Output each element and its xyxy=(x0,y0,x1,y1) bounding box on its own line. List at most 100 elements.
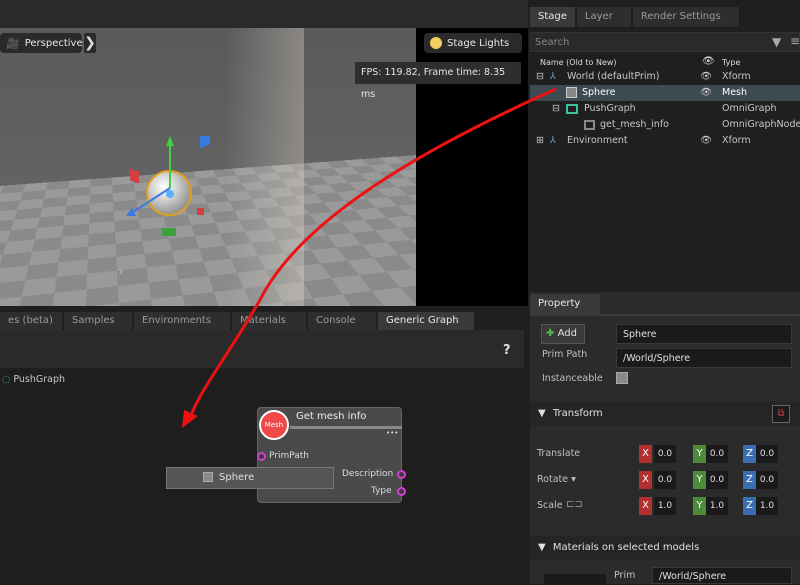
tree-item-type: Xform xyxy=(722,135,751,146)
tab-extensions[interactable]: es (beta) xyxy=(0,312,62,330)
primpath-input-label: PrimPath xyxy=(269,451,310,461)
materials-section-header[interactable]: ▼ Materials on selected models xyxy=(530,536,800,560)
eye-icon: 👁 xyxy=(702,56,715,67)
translate-z-field[interactable]: 0.0 xyxy=(756,445,778,463)
rotate-x-field[interactable]: 0.0 xyxy=(654,471,676,489)
tree-row-world[interactable]: ⊟ ⅄ World (defaultPrim) 👁 Xform xyxy=(530,69,800,85)
graph-breadcrumb[interactable]: ◌ PushGraph xyxy=(2,374,65,385)
transform-section-header[interactable]: ▼ Transform xyxy=(530,402,800,426)
add-button[interactable]: ✚ Add xyxy=(541,324,585,344)
tree-item-type: Mesh xyxy=(722,87,748,98)
rotate-label-text: Rotate xyxy=(537,474,569,485)
collapse-triangle-icon: ▼ xyxy=(538,408,546,419)
description-output-port[interactable] xyxy=(397,470,406,479)
graph-icon: ◌ xyxy=(2,374,11,385)
lightbulb-icon xyxy=(430,37,442,49)
stage-lights-button[interactable]: Stage Lights xyxy=(424,33,522,53)
prim-name-field[interactable]: Sphere xyxy=(616,324,792,344)
axis-z-label: Z xyxy=(743,471,756,489)
collapse-icon[interactable]: ⊟ xyxy=(552,101,560,117)
chevron-right-icon[interactable]: ❯ xyxy=(84,33,96,53)
tree-item-type: OmniGraphNode xyxy=(722,119,800,130)
tab-generic-graph[interactable]: Generic Graph xyxy=(378,312,474,330)
tab-property[interactable]: Property xyxy=(530,294,600,314)
bottom-tabbar: es (beta) Samples Environments Materials… xyxy=(0,312,528,330)
tab-render-settings[interactable]: Render Settings xyxy=(632,7,739,27)
stage-search-input[interactable]: Search xyxy=(530,32,800,52)
tab-console[interactable]: Console xyxy=(308,312,376,330)
rotate-z-field[interactable]: 0.0 xyxy=(756,471,778,489)
tree-row-pushgraph[interactable]: ⊟ PushGraph OmniGraph xyxy=(530,101,800,117)
node-title: Get mesh info xyxy=(296,411,367,422)
tree-item-label: Sphere xyxy=(582,87,616,98)
axis-x-label: X xyxy=(639,471,652,489)
visibility-eye-icon[interactable]: 👁 xyxy=(700,133,712,149)
chevron-right-icon: › xyxy=(118,264,124,280)
graph-name: PushGraph xyxy=(13,374,66,385)
translate-x-field[interactable]: 0.0 xyxy=(654,445,676,463)
tree-item-label: World (defaultPrim) xyxy=(567,71,660,82)
tab-samples[interactable]: Samples xyxy=(64,312,132,330)
tab-environments[interactable]: Environments xyxy=(134,312,230,330)
expand-icon[interactable]: ⊞ xyxy=(536,133,544,149)
sphere-node-label: Sphere xyxy=(219,472,255,483)
translate-y-field[interactable]: 0.0 xyxy=(706,445,728,463)
instanceable-label: Instanceable xyxy=(542,373,603,384)
camera-label: Perspective xyxy=(24,37,83,49)
tree-item-label: PushGraph xyxy=(584,103,636,114)
divider xyxy=(530,314,800,316)
plus-icon: ✚ xyxy=(546,328,555,339)
help-icon[interactable]: ? xyxy=(503,343,511,358)
stage-lights-label: Stage Lights xyxy=(447,37,510,49)
xform-icon: ⅄ xyxy=(550,135,556,146)
visibility-eye-icon[interactable]: 👁 xyxy=(700,69,712,85)
materials-prim-field[interactable]: /World/Sphere xyxy=(652,567,792,584)
collapse-icon[interactable]: ⊟ xyxy=(536,69,544,85)
xform-icon: ⅄ xyxy=(550,71,556,82)
column-name[interactable]: Name (Old to New) xyxy=(540,58,617,67)
mesh-icon xyxy=(566,87,577,98)
axis-x-label: X xyxy=(639,497,652,515)
graph-icon xyxy=(566,104,578,114)
tree-item-type: Xform xyxy=(722,71,751,82)
scale-y-field[interactable]: 1.0 xyxy=(706,497,728,515)
rotate-y-field[interactable]: 0.0 xyxy=(706,471,728,489)
transform-options-icon[interactable]: ⧉ xyxy=(772,405,790,423)
mesh-icon xyxy=(203,472,213,482)
tree-row-sphere[interactable]: Sphere 👁 Mesh xyxy=(530,85,800,101)
scale-z-field[interactable]: 1.0 xyxy=(756,497,778,515)
dropdown-icon: ▾ xyxy=(571,474,576,485)
primpath-input-port[interactable] xyxy=(257,452,266,461)
options-icon[interactable]: ≡ xyxy=(790,34,800,48)
transform-gizmo[interactable] xyxy=(118,136,228,246)
tree-item-type: OmniGraph xyxy=(722,103,777,114)
filter-icon[interactable]: ▼ xyxy=(772,35,781,49)
tree-row-environment[interactable]: ⊞ ⅄ Environment 👁 Xform xyxy=(530,133,800,149)
sphere-prim-node[interactable]: Sphere xyxy=(166,467,334,489)
prim-path-label: Prim Path xyxy=(542,349,588,360)
tab-stage[interactable]: Stage xyxy=(530,7,575,27)
rotate-label[interactable]: Rotate ▾ xyxy=(537,474,576,485)
viewport-scene[interactable]: › xyxy=(0,28,416,306)
node-menu-icon[interactable]: ••• xyxy=(386,429,398,437)
axis-x-label: X xyxy=(639,445,652,463)
graph-toolbar xyxy=(0,330,524,368)
translate-label: Translate xyxy=(537,448,581,459)
column-type[interactable]: Type xyxy=(722,58,740,67)
tab-materials[interactable]: Materials xyxy=(232,312,306,330)
collapse-triangle-icon: ▼ xyxy=(538,542,546,553)
visibility-eye-icon[interactable]: 👁 xyxy=(700,85,712,101)
tab-layer[interactable]: Layer xyxy=(576,7,631,27)
camera-button[interactable]: 🎥 Perspective xyxy=(0,33,83,53)
scale-x-field[interactable]: 1.0 xyxy=(654,497,676,515)
materials-label: Materials on selected models xyxy=(552,542,700,553)
axis-y-label: Y xyxy=(693,445,706,463)
add-label: Add xyxy=(557,328,577,339)
tree-item-label: get_mesh_info xyxy=(600,119,669,130)
stage-column-header: Name (Old to New) 👁 Type xyxy=(530,56,800,70)
link-icon[interactable]: ⊏⊐ xyxy=(566,499,583,510)
type-output-port[interactable] xyxy=(397,487,406,496)
prim-path-field[interactable]: /World/Sphere xyxy=(616,348,792,368)
instanceable-checkbox[interactable] xyxy=(616,372,628,384)
tree-row-get-mesh-info[interactable]: get_mesh_info OmniGraphNode xyxy=(530,117,800,133)
